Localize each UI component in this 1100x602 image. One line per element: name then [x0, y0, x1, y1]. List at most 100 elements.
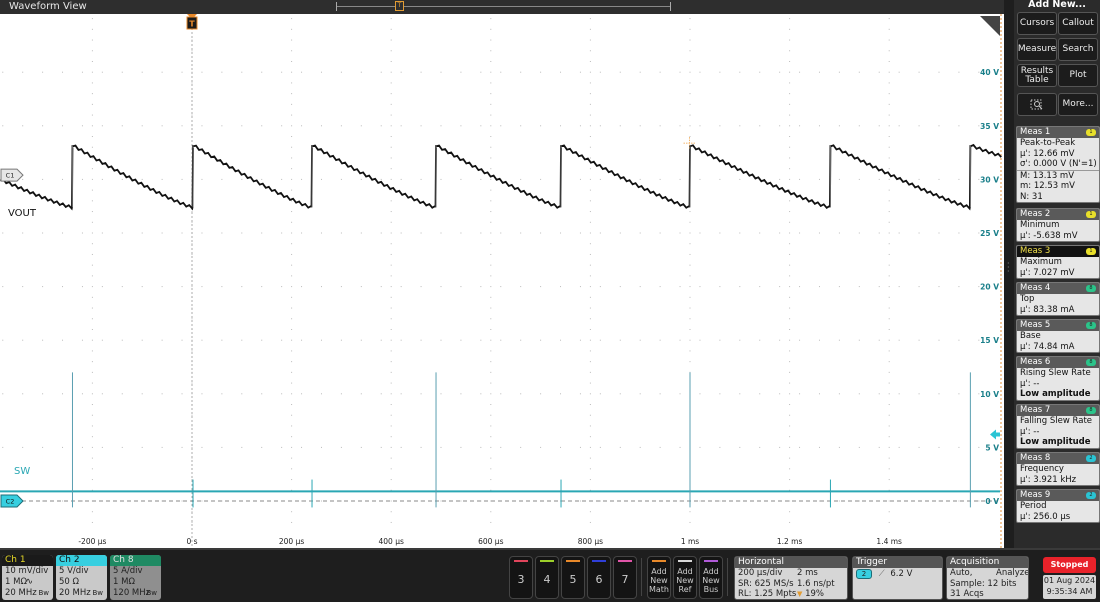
- grid-dot: [400, 339, 402, 341]
- grid-dot: [191, 350, 193, 352]
- channel-impedance: 50 Ω: [59, 577, 80, 587]
- add-new-math-button[interactable]: Add New Math: [647, 556, 671, 599]
- channel-3-button[interactable]: 3: [509, 556, 533, 599]
- grid-dot: [101, 232, 103, 234]
- grid-dot: [101, 393, 103, 395]
- grid-dot: [958, 339, 960, 341]
- more-button[interactable]: More...: [1058, 93, 1098, 116]
- grid-dot: [400, 71, 402, 73]
- grid-dot: [589, 425, 591, 427]
- grid-dot: [201, 232, 203, 234]
- measurement-badge-2[interactable]: Meas 2 1 Minimum µ': -5.638 mV: [1016, 208, 1100, 242]
- grid-dot: [639, 446, 641, 448]
- acquisition-panel[interactable]: Acquisition Auto, Analyze Sample: 12 bits…: [946, 556, 1029, 600]
- grid-dot: [101, 125, 103, 127]
- search-button[interactable]: Search: [1058, 38, 1098, 61]
- measurement-badge-9[interactable]: Meas 9 2 Period µ': 256.0 µs: [1016, 489, 1100, 523]
- grid-dot: [91, 28, 93, 30]
- measurement-badge-3[interactable]: Meas 3 1 Maximum µ': 7.027 mV: [1016, 245, 1100, 279]
- plot-button[interactable]: Plot: [1058, 64, 1098, 87]
- grid-dot: [390, 200, 392, 202]
- measure-button[interactable]: Measure: [1017, 38, 1057, 61]
- run-stop-button[interactable]: Stopped: [1043, 557, 1096, 573]
- channel-ch8-badge[interactable]: Ch 8 5 A/div 1 MΩ 120 MHz Bw: [110, 555, 161, 600]
- grid-dot: [719, 71, 721, 73]
- add-label: New: [676, 576, 694, 585]
- grid-dot: [689, 307, 691, 309]
- grid-dot: [500, 393, 502, 395]
- grid-dot: [938, 71, 940, 73]
- grid-dot: [101, 71, 103, 73]
- waveform-plot[interactable]: T 0 V 5 V 10 V 15 V 20 V 25 V 30 V 35 V 40 V -200 …: [0, 14, 1004, 548]
- grid-dot: [390, 286, 392, 288]
- horizontal-panel[interactable]: Horizontal 200 µs/div 2 ms SR: 625 MS/s 1.…: [734, 556, 848, 600]
- grid-dot: [888, 39, 890, 41]
- measurement-badge-5[interactable]: Meas 5 8 Base µ': 74.84 mA: [1016, 319, 1100, 353]
- grid-dot: [490, 243, 492, 245]
- grid-dot: [221, 286, 223, 288]
- grid-dot: [340, 71, 342, 73]
- grid-dot: [500, 232, 502, 234]
- measurement-badge-4[interactable]: Meas 4 8 Top µ': 83.38 mA: [1016, 282, 1100, 316]
- channel-bandwidth: 120 MHz: [113, 588, 151, 598]
- grid-dot: [579, 339, 581, 341]
- measurement-badge-1[interactable]: Meas 1 1 Peak-to-Peak µ': 12.66 mV σ': 0.000…: [1016, 126, 1100, 203]
- channel-7-button[interactable]: 7: [613, 556, 637, 599]
- measurement-value: µ': -5.638 mV: [1020, 230, 1078, 241]
- grid-dot: [390, 232, 392, 234]
- channel-number: 4: [543, 573, 551, 586]
- grid-dot: [390, 28, 392, 30]
- grid-dot: [938, 446, 940, 448]
- grid-dot: [898, 446, 900, 448]
- grid-dot: [579, 232, 581, 234]
- zoom-icon: [1030, 99, 1043, 109]
- grid-dot: [400, 446, 402, 448]
- panel-splitter[interactable]: · · ·: [1004, 0, 1014, 548]
- grid-dot: [480, 286, 482, 288]
- measurement-type: Maximum: [1020, 257, 1062, 267]
- record-overview-bar[interactable]: T: [336, 1, 671, 11]
- trigger-panel[interactable]: Trigger 2 ⟋ 6.2 V: [852, 556, 943, 600]
- grid-dot: [81, 232, 83, 234]
- channel-4-button[interactable]: 4: [535, 556, 559, 599]
- measurement-badge-6[interactable]: Meas 6 8 Rising Slew Rate µ': -- Low amplitu…: [1016, 356, 1100, 401]
- grid-dot: [888, 200, 890, 202]
- sample-bits: Sample: 12 bits: [950, 578, 1017, 589]
- grid-dot: [589, 232, 591, 234]
- channel-5-button[interactable]: 5: [561, 556, 585, 599]
- grid-dot: [91, 307, 93, 309]
- channel-ch2-badge[interactable]: Ch 2 5 V/div 50 Ω 20 MHz Bw: [56, 555, 107, 600]
- grid-dot: [91, 178, 93, 180]
- grid-dot: [679, 125, 681, 127]
- results-table-button[interactable]: Results Table: [1017, 64, 1057, 87]
- grid-dot: [281, 125, 283, 127]
- grid-dot: [540, 339, 542, 341]
- grid-dot: [490, 18, 492, 20]
- measurement-badge-8[interactable]: Meas 8 2 Frequency µ': 3.921 kHz: [1016, 452, 1100, 486]
- analyze-label: Analyze: [996, 568, 1029, 578]
- grid-dot: [490, 436, 492, 438]
- grid-dot: [490, 286, 492, 288]
- grid-dot: [261, 178, 263, 180]
- grid-dot: [589, 60, 591, 62]
- grid-dot: [888, 350, 890, 352]
- bandwidth-limit-icon: Bw: [92, 589, 103, 597]
- grid-dot: [938, 286, 940, 288]
- cursors-button[interactable]: Cursors: [1017, 12, 1057, 35]
- grid-dot: [390, 307, 392, 309]
- add-new-bus-button[interactable]: Add New Bus: [699, 556, 723, 599]
- grid-dot: [589, 328, 591, 330]
- grid-dot: [291, 211, 293, 213]
- grid-dot: [291, 425, 293, 427]
- add-new-ref-button[interactable]: Add New Ref: [673, 556, 697, 599]
- measurement-badge-7[interactable]: Meas 7 8 Falling Slew Rate µ': -- Low amplit…: [1016, 404, 1100, 449]
- grid-dot: [490, 414, 492, 416]
- channel-6-button[interactable]: 6: [587, 556, 611, 599]
- callout-button[interactable]: Callout: [1058, 12, 1098, 35]
- grid-dot: [181, 286, 183, 288]
- zoom-button[interactable]: [1017, 93, 1057, 116]
- grid-dot: [91, 125, 93, 127]
- grid-dot: [490, 479, 492, 481]
- measurement-type: Frequency: [1020, 464, 1064, 474]
- channel-ch1-badge[interactable]: Ch 1 10 mV/div 1 MΩ ∿ 20 MHz Bw: [2, 555, 53, 600]
